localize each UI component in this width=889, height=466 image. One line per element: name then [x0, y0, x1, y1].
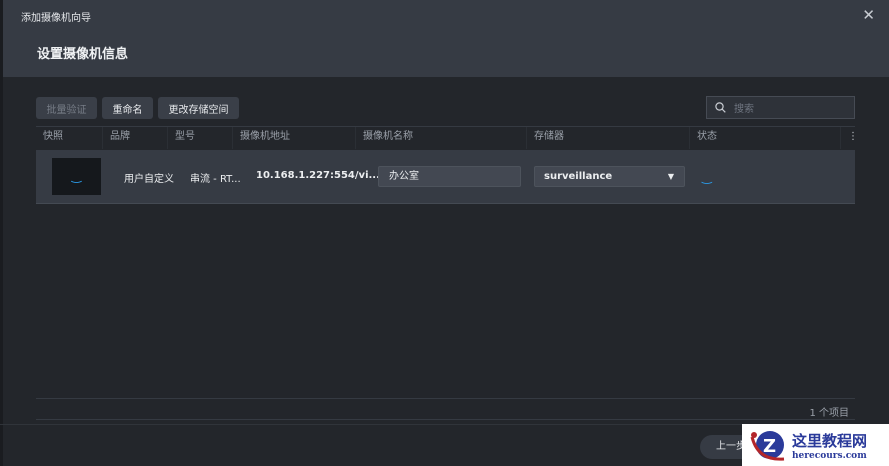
col-snapshot[interactable]: 快照 [36, 127, 103, 149]
batch-verify-button[interactable]: 批量验证 [36, 97, 97, 119]
search-icon [715, 102, 726, 113]
storage-value: surveillance [544, 171, 613, 182]
divider [36, 419, 855, 420]
address-cell: 10.168.1.227:554/vi... [256, 170, 380, 181]
col-storage[interactable]: 存储器 [527, 127, 690, 149]
col-status[interactable]: 状态 [690, 127, 841, 149]
table-header: 快照 品牌 型号 摄像机地址 摄像机名称 存储器 状态 ⋮ [36, 126, 858, 149]
col-model[interactable]: 型号 [168, 127, 233, 149]
col-address[interactable]: 摄像机地址 [233, 127, 356, 149]
col-brand[interactable]: 品牌 [103, 127, 168, 149]
snapshot-thumbnail: ‿ [52, 158, 101, 195]
table-row[interactable]: ‿ 用户自定义 串流 - RT... 10.168.1.227:554/vi..… [36, 150, 855, 204]
col-name[interactable]: 摄像机名称 [356, 127, 527, 149]
watermark-title: 这里教程网 [792, 431, 868, 450]
dialog-header: 添加摄像机向导 ✕ 设置摄像机信息 [3, 0, 889, 77]
search-placeholder: 搜索 [734, 104, 754, 115]
camera-name-input[interactable]: 办公室 [378, 166, 521, 187]
close-icon[interactable]: ✕ [862, 6, 875, 24]
status-loading-icon: ‿ [702, 170, 712, 184]
change-storage-button[interactable]: 更改存储空间 [158, 97, 239, 119]
item-count: 1 个项目 [809, 408, 849, 419]
watermark-url: herecours.com [792, 450, 867, 461]
section-title: 设置摄像机信息 [37, 47, 129, 62]
watermark-logo: Z 这里教程网 herecours.com [742, 424, 889, 466]
window-title: 添加摄像机向导 [21, 13, 91, 24]
chevron-down-icon: ▼ [667, 172, 674, 181]
brand-cell: 用户自定义 [124, 174, 174, 185]
divider [36, 398, 855, 399]
rename-button[interactable]: 重命名 [102, 97, 153, 119]
z-logo-icon: Z [750, 431, 785, 461]
model-cell: 串流 - RT... [190, 174, 241, 185]
loading-icon: ‿ [71, 169, 82, 183]
svg-text:Z: Z [763, 436, 776, 457]
storage-select[interactable]: surveillance ▼ [534, 166, 685, 187]
search-input[interactable]: 搜索 [706, 96, 855, 119]
column-menu-icon[interactable]: ⋮ [841, 127, 858, 149]
